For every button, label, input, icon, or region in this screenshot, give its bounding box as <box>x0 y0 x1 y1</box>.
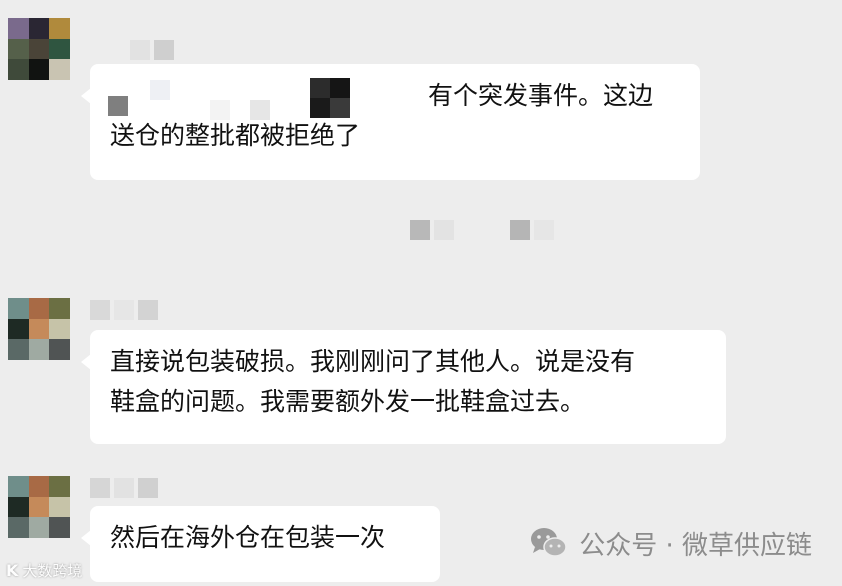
redacted-text-mosaic <box>310 98 330 118</box>
sender-name-redacted <box>90 300 158 320</box>
redacted-system-text <box>410 220 454 240</box>
message-line: 鞋盒的问题。我需要额外发一批鞋盒过去。 <box>110 387 586 416</box>
sender-name-redacted <box>130 40 174 60</box>
redacted-text-mosaic <box>310 78 330 98</box>
avatar[interactable] <box>8 298 70 360</box>
redacted-text-mosaic <box>330 98 350 118</box>
message-bubble[interactable]: 有个突发事件。这边 送仓的整批都被拒绝了 <box>81 64 700 180</box>
k-logo-icon: K <box>6 561 19 580</box>
redacted-text-mosaic <box>250 100 270 120</box>
corner-watermark: K 大数跨境 <box>6 560 82 581</box>
wechat-icon <box>531 528 567 557</box>
message-line: 然后在海外仓在包装一次 <box>110 523 386 552</box>
watermark: 公众号 · 微草供应链 <box>529 523 812 563</box>
redacted-system-text <box>510 220 554 240</box>
message-line: 有个突发事件。这边 <box>428 81 654 110</box>
redacted-text-mosaic <box>150 80 170 100</box>
redacted-text-mosaic <box>108 96 128 116</box>
message-bubble[interactable]: 然后在海外仓在包装一次 <box>81 506 440 582</box>
message-line: 直接说包装破损。我刚刚问了其他人。说是没有 <box>110 347 636 376</box>
watermark-text: 公众号 · 微草供应链 <box>579 530 812 561</box>
avatar[interactable] <box>8 18 70 80</box>
avatar[interactable] <box>8 476 70 538</box>
redacted-text-mosaic <box>330 78 350 98</box>
sender-name-redacted <box>90 478 158 498</box>
redacted-text-mosaic <box>210 100 230 120</box>
message-line: 送仓的整批都被拒绝了 <box>110 121 361 150</box>
corner-watermark-text: 大数跨境 <box>22 562 83 580</box>
message-bubble[interactable]: 直接说包装破损。我刚刚问了其他人。说是没有 鞋盒的问题。我需要额外发一批鞋盒过去… <box>81 330 726 444</box>
